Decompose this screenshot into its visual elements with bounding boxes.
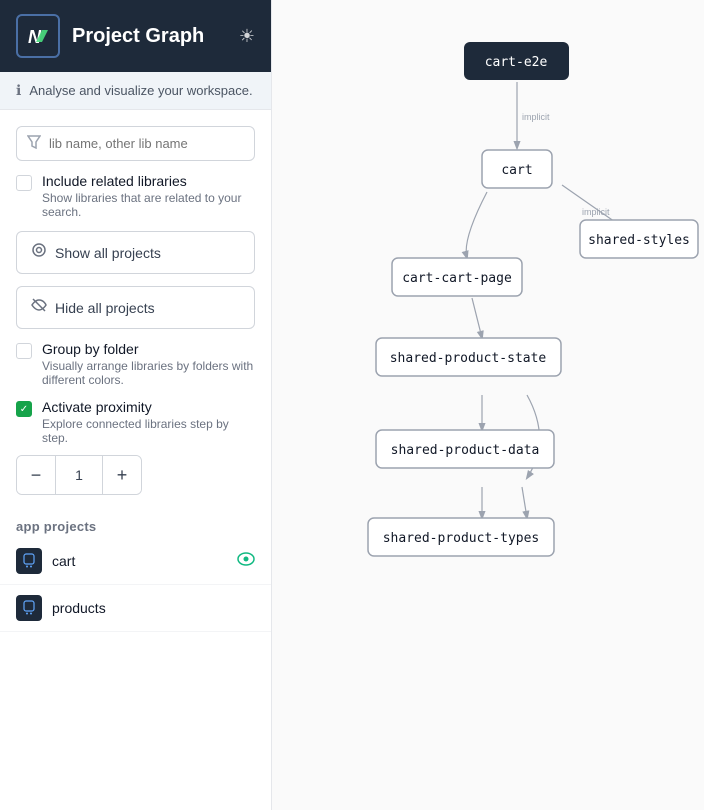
activate-proximity-checkbox[interactable]: ✓ (16, 401, 32, 417)
project-item-cart[interactable]: cart (0, 538, 271, 585)
page-title: Project Graph (72, 25, 227, 48)
project-list: cart products (0, 538, 271, 632)
project-icon-cart (16, 548, 42, 574)
search-input[interactable] (49, 136, 244, 151)
sidebar: N Project Graph ☀ ℹ Analyse and visualiz… (0, 0, 272, 810)
group-by-folder-desc: Visually arrange libraries by folders wi… (42, 359, 255, 387)
info-icon: ℹ (16, 82, 21, 99)
group-by-folder-label: Group by folder (42, 341, 255, 357)
nx-logo: N (16, 14, 60, 58)
svg-text:cart-cart-page: cart-cart-page (402, 271, 512, 286)
search-row (16, 126, 255, 161)
activate-proximity-label: Activate proximity (42, 399, 255, 415)
project-name-cart: cart (52, 553, 227, 569)
project-name-products: products (52, 600, 255, 616)
svg-text:cart: cart (501, 163, 532, 178)
svg-text:shared-product-state: shared-product-state (390, 351, 547, 366)
hide-all-projects-button[interactable]: Hide all projects (16, 286, 255, 329)
info-bar: ℹ Analyse and visualize your workspace. (0, 72, 271, 110)
eye-visible-icon (237, 552, 255, 571)
project-graph-canvas: implicit implicit cart-e2e cart cart-car… (272, 0, 704, 810)
show-all-label: Show all projects (55, 245, 161, 261)
group-by-folder-checkbox[interactable] (16, 343, 32, 359)
include-libraries-checkbox[interactable] (16, 175, 32, 191)
hide-all-icon (31, 297, 47, 318)
svg-text:shared-product-data: shared-product-data (391, 443, 540, 458)
sidebar-header: N Project Graph ☀ (0, 0, 271, 72)
group-by-folder-row: Group by folder Visually arrange librari… (16, 341, 255, 387)
stepper-value-input[interactable] (55, 456, 103, 494)
stepper-increment-button[interactable]: + (103, 456, 141, 494)
svg-text:cart-e2e: cart-e2e (485, 55, 548, 70)
include-libraries-row: Include related libraries Show libraries… (16, 173, 255, 219)
svg-text:shared-product-types: shared-product-types (383, 531, 540, 546)
include-libraries-desc: Show libraries that are related to your … (42, 191, 255, 219)
app-projects-section-label: app projects (0, 511, 271, 538)
project-item-products[interactable]: products (0, 585, 271, 632)
svg-text:implicit: implicit (522, 112, 550, 122)
show-all-projects-button[interactable]: Show all projects (16, 231, 255, 274)
svg-text:implicit: implicit (582, 207, 610, 217)
stepper-decrement-button[interactable]: − (17, 456, 55, 494)
activate-proximity-row: ✓ Activate proximity Explore connected l… (16, 399, 255, 445)
show-all-icon (31, 242, 47, 263)
include-libraries-label: Include related libraries (42, 173, 255, 189)
theme-toggle-button[interactable]: ☀ (239, 26, 255, 47)
svg-text:shared-styles: shared-styles (588, 233, 690, 248)
graph-svg: implicit implicit cart-e2e cart cart-car… (272, 0, 704, 810)
filter-icon (27, 135, 41, 152)
info-text: Analyse and visualize your workspace. (29, 83, 252, 98)
hide-all-label: Hide all projects (55, 300, 155, 316)
project-icon-products (16, 595, 42, 621)
sidebar-controls: Include related libraries Show libraries… (0, 110, 271, 511)
activate-proximity-desc: Explore connected libraries step by step… (42, 417, 255, 445)
activate-proximity-section: ✓ Activate proximity Explore connected l… (16, 399, 255, 495)
proximity-stepper: − + (16, 455, 142, 495)
